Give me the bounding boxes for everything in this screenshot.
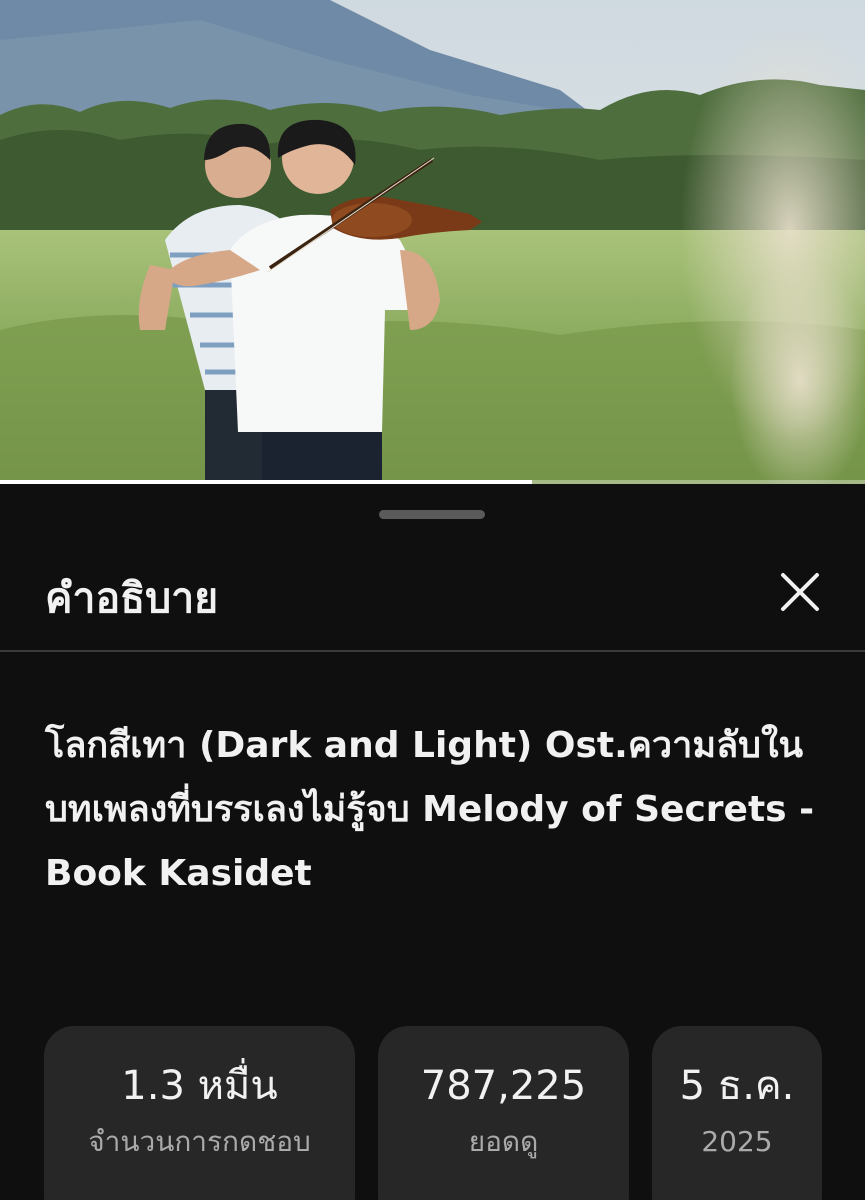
publish-date-stat: 5 ธ.ค. 2025 — [652, 1026, 822, 1200]
publish-date-value: 5 ธ.ค. — [679, 1063, 795, 1109]
video-frame — [0, 0, 865, 484]
video-title: โลกสีเทา (Dark and Light) Ost.ความลับในบ… — [45, 725, 815, 894]
video-progress-bar[interactable] — [0, 480, 865, 484]
views-value: 787,225 — [420, 1063, 587, 1109]
close-icon — [781, 573, 819, 611]
video-player[interactable] — [0, 0, 865, 484]
sheet-drag-handle[interactable] — [379, 510, 485, 519]
sheet-divider — [0, 650, 865, 652]
video-progress-fill — [0, 480, 532, 484]
description-sheet: คำอธิบาย โลกสีเทา (Dark and Light) Ost.ค… — [0, 486, 865, 1200]
views-label: ยอดดู — [468, 1125, 539, 1158]
sheet-title: คำอธิบาย — [45, 574, 219, 622]
publish-year-label: 2025 — [701, 1125, 773, 1158]
close-button[interactable] — [768, 560, 832, 624]
sheet-header: คำอธิบาย — [0, 546, 865, 650]
likes-value: 1.3 หมื่น — [121, 1063, 278, 1109]
likes-label: จำนวนการกดชอบ — [88, 1125, 311, 1158]
views-stat: 787,225 ยอดดู — [378, 1026, 629, 1200]
likes-stat: 1.3 หมื่น จำนวนการกดชอบ — [44, 1026, 355, 1200]
youtube-description-screen: คำอธิบาย โลกสีเทา (Dark and Light) Ost.ค… — [0, 0, 865, 1200]
